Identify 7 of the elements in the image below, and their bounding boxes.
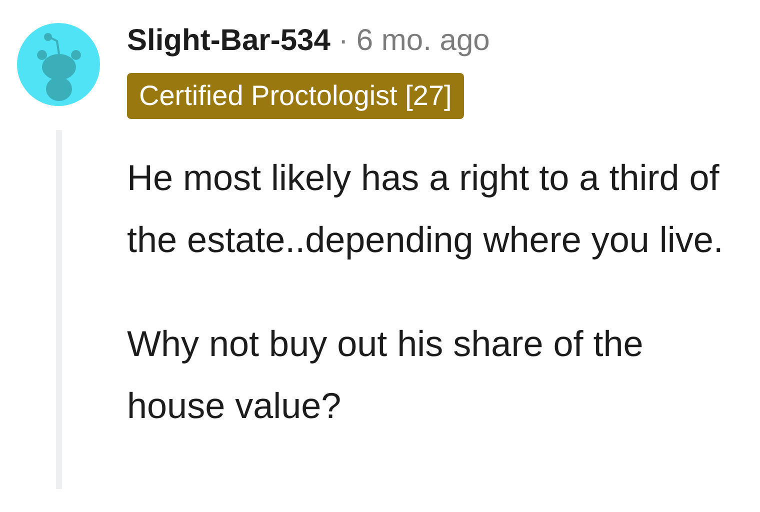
avatar-icon bbox=[17, 23, 100, 106]
timestamp: 6 mo. ago bbox=[356, 23, 490, 59]
separator-dot: · bbox=[338, 23, 348, 59]
user-flair: Certified Proctologist [27] bbox=[127, 73, 464, 119]
comment-paragraph: He most likely has a right to a third of the estate..depending where you live. bbox=[127, 156, 724, 262]
username[interactable]: Slight-Bar-534 bbox=[127, 23, 330, 59]
comment-paragraph: Why not buy out his share of the house value? bbox=[127, 322, 644, 428]
